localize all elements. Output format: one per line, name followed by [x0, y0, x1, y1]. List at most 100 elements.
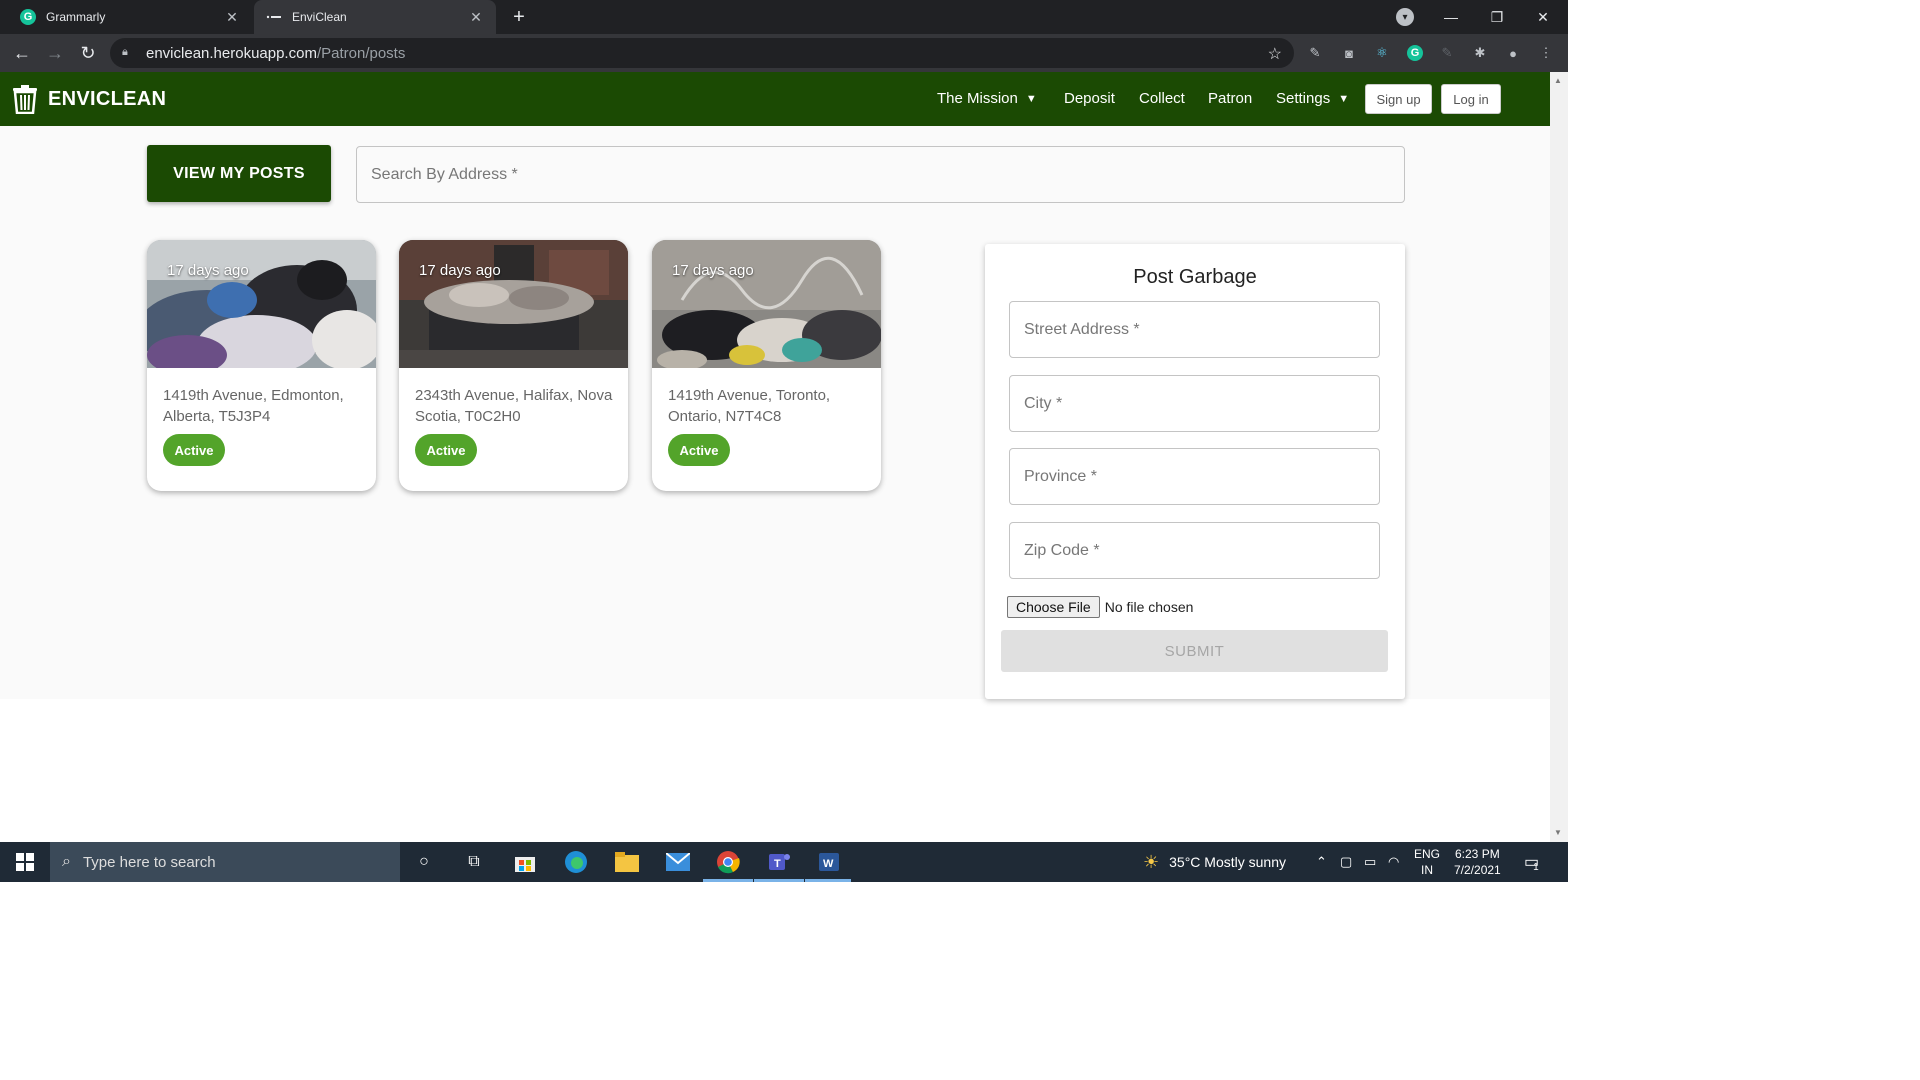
- tab-enviclean[interactable]: EnviClean ✕: [254, 0, 496, 34]
- restore-icon[interactable]: ❐: [1474, 0, 1520, 34]
- svg-text:W: W: [823, 858, 834, 870]
- active-app-indicator: [703, 879, 753, 882]
- pen-extension-icon[interactable]: ✎: [1306, 44, 1324, 62]
- post-garbage-form: Post Garbage Street Address * City * Pro…: [985, 244, 1405, 699]
- mail-icon[interactable]: [664, 848, 692, 876]
- extensions-puzzle-icon[interactable]: ✱: [1471, 44, 1489, 62]
- scroll-up-icon[interactable]: ▲: [1554, 76, 1562, 85]
- post-card[interactable]: 17 days ago 1419th Avenue, Toronto, Onta…: [652, 240, 881, 491]
- lang-bottom: IN: [1421, 863, 1433, 877]
- garbage-photo: 17 days ago: [399, 240, 628, 368]
- submit-button[interactable]: SUBMIT: [1001, 630, 1388, 672]
- teams-icon[interactable]: T: [765, 848, 793, 876]
- chevron-down-icon: ▼: [1025, 92, 1037, 105]
- province-field[interactable]: Province *: [1009, 448, 1380, 505]
- meet-icon[interactable]: ▢: [1340, 842, 1352, 882]
- scroll-down-icon[interactable]: ▼: [1554, 828, 1562, 837]
- search-by-address-input[interactable]: Search By Address *: [356, 146, 1405, 203]
- clock[interactable]: 6:23 PM 7/2/2021: [1454, 842, 1501, 882]
- task-view-icon[interactable]: ⧉: [460, 848, 488, 876]
- brand[interactable]: ENVICLEAN: [12, 84, 166, 114]
- weather-text: 35°C Mostly sunny: [1169, 854, 1287, 870]
- log-in-button[interactable]: Log in: [1441, 84, 1501, 114]
- post-card[interactable]: 17 days ago 2343th Avenue, Halifax, Nova…: [399, 240, 628, 491]
- svg-text:T: T: [774, 858, 781, 870]
- nav-collect[interactable]: Collect: [1139, 90, 1185, 107]
- nav-the-mission[interactable]: The Mission ▼: [937, 90, 1037, 107]
- grammarly-icon: G: [20, 9, 36, 25]
- nav-settings[interactable]: Settings ▼: [1276, 90, 1349, 107]
- windows-start-icon[interactable]: [11, 848, 39, 876]
- view-my-posts-button[interactable]: VIEW MY POSTS: [147, 145, 331, 202]
- edge-icon[interactable]: [562, 848, 590, 876]
- tab-search-icon[interactable]: ▾: [1396, 8, 1414, 26]
- tray-chevron-icon[interactable]: ⌃: [1316, 842, 1327, 882]
- file-explorer-icon[interactable]: [613, 848, 641, 876]
- chevron-down-icon: ▼: [1338, 92, 1350, 105]
- city-field[interactable]: City *: [1009, 375, 1380, 432]
- street-address-field[interactable]: Street Address *: [1009, 301, 1380, 358]
- brand-name: ENVICLEAN: [48, 87, 167, 110]
- chrome-icon[interactable]: [714, 848, 742, 876]
- form-title: Post Garbage: [1133, 266, 1257, 288]
- back-icon[interactable]: ←: [8, 39, 36, 67]
- close-tab-icon[interactable]: ✕: [468, 9, 484, 26]
- choose-file-button[interactable]: Choose File: [1007, 596, 1100, 618]
- sign-up-button[interactable]: Sign up: [1365, 84, 1432, 114]
- main-content: VIEW MY POSTS Search By Address * 17 day…: [0, 126, 1550, 699]
- browser-tabstrip: G Grammarly ✕ EnviClean ✕ + ▾ — ❐ ✕: [0, 0, 1568, 34]
- windows-taskbar: ⌕ Type here to search ○ ⧉ T W ☀ 35°C Mos…: [0, 842, 1568, 882]
- lock-icon: 🔒︎: [122, 46, 128, 58]
- nav-label: The Mission: [937, 90, 1018, 107]
- battery-icon[interactable]: ▭: [1364, 842, 1376, 882]
- taskbar-search-placeholder: Type here to search: [82, 853, 216, 871]
- address-bar[interactable]: 🔒︎ enviclean.herokuapp.com /Patron/posts…: [110, 38, 1294, 68]
- cortana-icon[interactable]: ○: [410, 848, 438, 876]
- profile-icon[interactable]: ●: [1504, 44, 1522, 62]
- screen: G Grammarly ✕ EnviClean ✕ + ▾ — ❐ ✕ ← → …: [0, 0, 1568, 882]
- zip-code-field[interactable]: Zip Code *: [1009, 522, 1380, 579]
- reload-icon[interactable]: ↻: [74, 39, 102, 67]
- tab-grammarly[interactable]: G Grammarly ✕: [8, 0, 252, 34]
- trash-can-icon: [13, 85, 37, 114]
- post-time: 17 days ago: [167, 262, 249, 279]
- bookmark-star-icon[interactable]: ☆: [1268, 44, 1282, 64]
- post-address: 1419th Avenue, Edmonton, Alberta, T5J3P4: [163, 387, 344, 425]
- notification-count: 1: [1533, 861, 1539, 873]
- file-upload-row: Choose File No file chosen: [1007, 596, 1193, 618]
- nav-label: Deposit: [1064, 90, 1115, 107]
- react-extension-icon[interactable]: ⚛: [1373, 44, 1391, 62]
- disabled-extension-icon[interactable]: ✎: [1438, 44, 1456, 62]
- menu-kebab-icon[interactable]: ⋮: [1537, 44, 1555, 62]
- weather-widget[interactable]: ☀ 35°C Mostly sunny: [1143, 842, 1286, 882]
- camera-extension-icon[interactable]: ◙: [1340, 44, 1358, 62]
- grammarly-extension-icon[interactable]: G: [1406, 44, 1424, 62]
- wifi-icon[interactable]: ◠: [1388, 842, 1399, 882]
- minimize-icon[interactable]: —: [1428, 0, 1474, 34]
- microsoft-store-icon[interactable]: [511, 848, 539, 876]
- new-tab-icon[interactable]: +: [508, 6, 530, 28]
- nav-patron[interactable]: Patron: [1208, 90, 1252, 107]
- page-scrollbar[interactable]: ▲ ▼: [1550, 72, 1568, 842]
- url-host: enviclean.herokuapp.com: [146, 44, 317, 62]
- language-indicator[interactable]: ENG IN: [1414, 842, 1440, 882]
- app-navbar: ENVICLEAN The Mission ▼ Deposit Collect …: [0, 72, 1550, 126]
- garbage-photo: 17 days ago: [652, 240, 881, 368]
- post-card[interactable]: 17 days ago 1419th Avenue, Edmonton, Alb…: [147, 240, 376, 491]
- close-tab-icon[interactable]: ✕: [224, 9, 240, 26]
- notifications-icon[interactable]: ▭ 1: [1524, 842, 1539, 882]
- sun-cloud-icon: ☀: [1143, 851, 1160, 872]
- file-status: No file chosen: [1104, 599, 1194, 615]
- taskbar-search-input[interactable]: ⌕ Type here to search: [50, 842, 400, 882]
- running-app-indicator: [754, 879, 804, 882]
- forward-icon[interactable]: →: [41, 39, 69, 67]
- enviclean-icon: [266, 9, 282, 25]
- word-icon[interactable]: W: [815, 848, 843, 876]
- window-close-icon[interactable]: ✕: [1520, 0, 1566, 34]
- nav-deposit[interactable]: Deposit: [1064, 90, 1115, 107]
- clock-date: 7/2/2021: [1454, 863, 1501, 877]
- status-badge: Active: [668, 434, 730, 466]
- tab-title: Grammarly: [46, 10, 106, 24]
- post-address: 2343th Avenue, Halifax, Nova Scotia, T0C…: [415, 387, 613, 425]
- post-time: 17 days ago: [672, 262, 754, 279]
